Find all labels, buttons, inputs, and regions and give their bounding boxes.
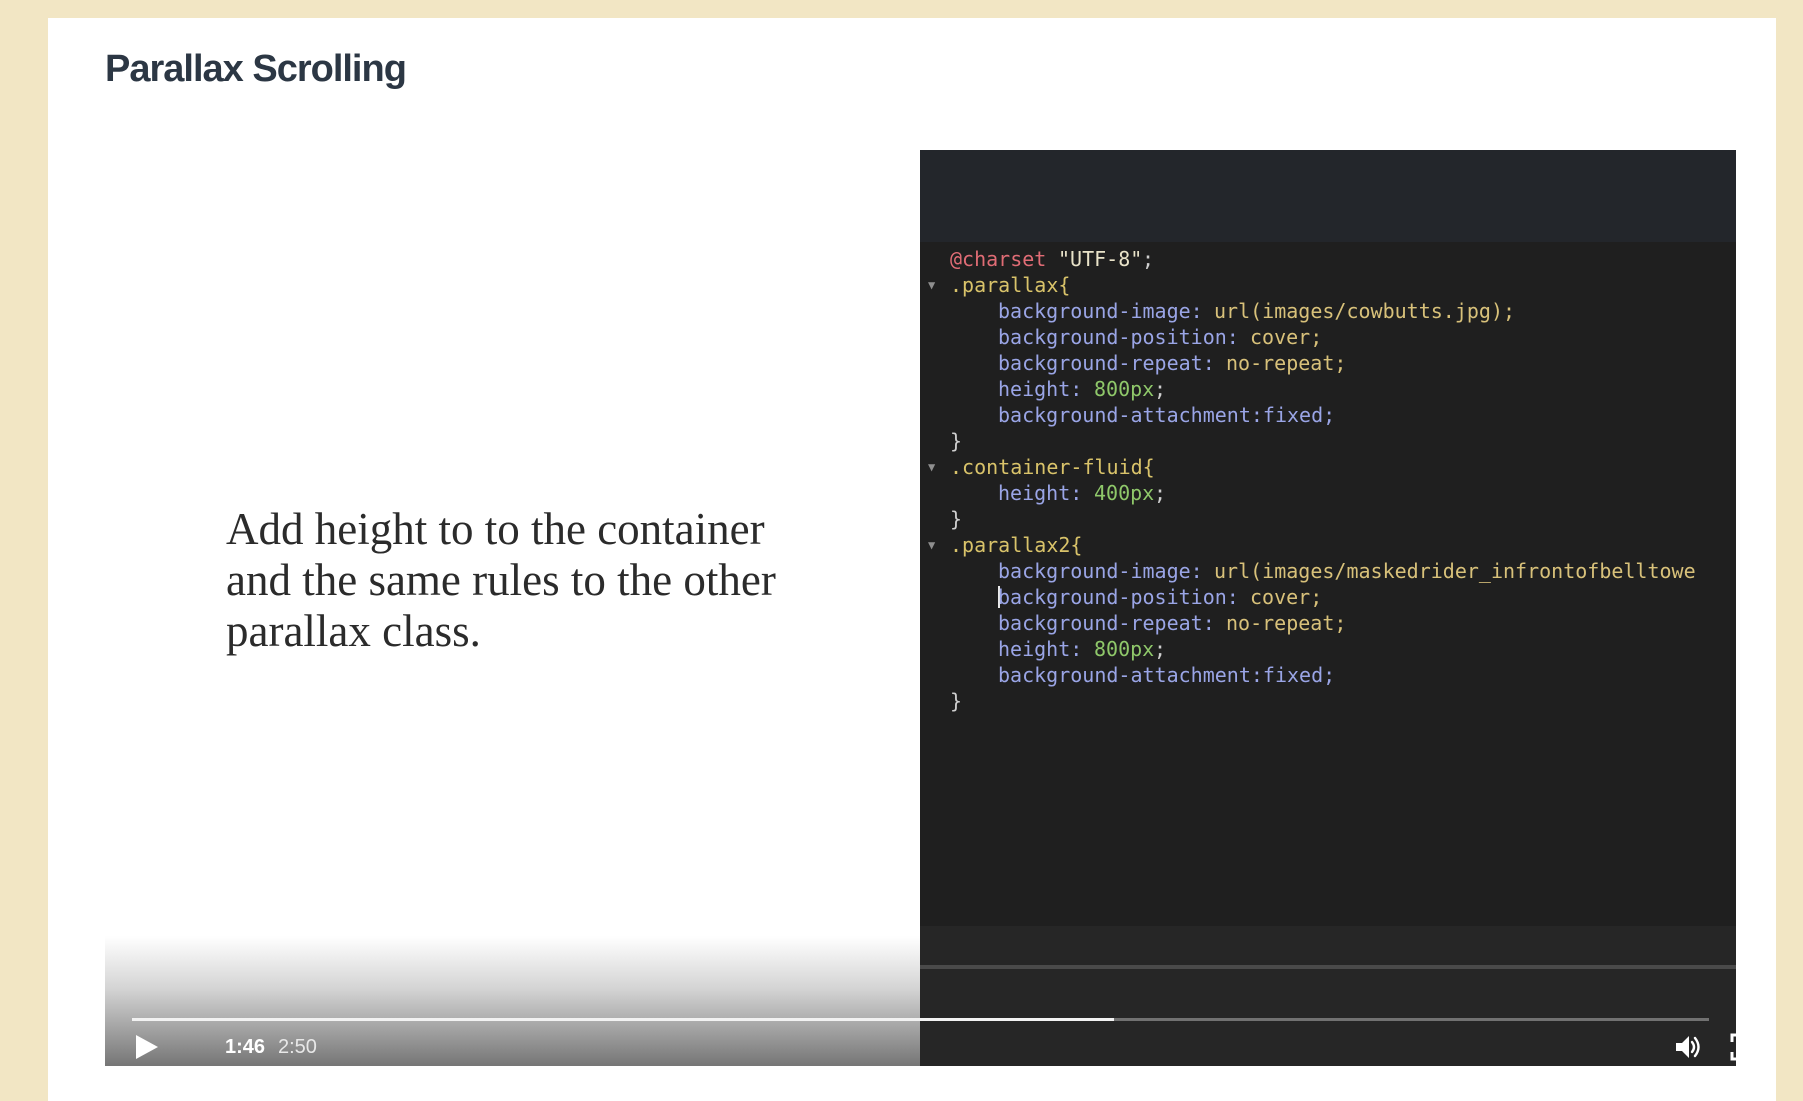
- code-line: background-position: cover;: [920, 324, 1736, 350]
- code-footer: [920, 926, 1736, 1066]
- progress-bar[interactable]: [132, 1018, 1709, 1021]
- code-token: cover;: [1250, 325, 1323, 349]
- code-line: height: 800px;: [920, 636, 1736, 662]
- code-token: .parallax2{: [950, 533, 1083, 557]
- progress-fill: [132, 1018, 1114, 1021]
- code-token: }: [950, 689, 963, 713]
- fullscreen-button[interactable]: [1729, 1032, 1736, 1062]
- code-token: background-image:: [998, 299, 1203, 323]
- code-line: ▼ .parallax2{: [920, 532, 1736, 558]
- code-line: background-image: url(images/cowbutts.jpg…: [920, 298, 1736, 324]
- code-line: background-attachment:fixed;: [920, 662, 1736, 688]
- code-line: background-position: cover;: [920, 584, 1736, 610]
- code-token: no-repeat;: [1226, 611, 1347, 635]
- code-token: 800px: [1094, 637, 1155, 661]
- code-line: background-repeat: no-repeat;: [920, 610, 1736, 636]
- code-token: background-image:: [998, 559, 1203, 583]
- code-line: ▼ .container-fluid{: [920, 454, 1736, 480]
- code-line: background-image: url(images/maskedrider_…: [920, 558, 1736, 584]
- volume-icon: [1676, 1036, 1700, 1058]
- code-toolbar: [920, 150, 1736, 242]
- code-line: background-attachment:fixed;: [920, 402, 1736, 428]
- code-token: background-repeat:: [998, 351, 1215, 375]
- page-title: Parallax Scrolling: [105, 48, 407, 90]
- volume-button[interactable]: [1673, 1032, 1703, 1062]
- code-token: background-position:: [998, 585, 1239, 609]
- code-token: ;: [1154, 377, 1167, 401]
- code-token: background-attachment:fixed;: [998, 663, 1336, 687]
- fullscreen-icon: [1730, 1033, 1736, 1061]
- code-token: @charset: [950, 247, 1047, 271]
- code-line: height: 800px;: [920, 376, 1736, 402]
- code-token: url(images/maskedrider_infrontofbelltowe: [1214, 559, 1696, 583]
- video-player[interactable]: Add height to to the container and the s…: [105, 150, 1736, 1066]
- code-token: ;: [1142, 247, 1155, 271]
- code-line: }: [920, 688, 1736, 714]
- code-token: url(images/cowbutts.jpg);: [1214, 299, 1516, 323]
- code-panel: @charset "UTF-8"; ▼ .parallax{background-im…: [920, 150, 1736, 1066]
- content-card: Parallax Scrolling Add height to to the …: [48, 18, 1776, 1101]
- code-token: .parallax{: [950, 273, 1071, 297]
- code-token: ;: [1154, 637, 1167, 661]
- code-token: "UTF-8": [1058, 247, 1143, 271]
- play-icon: [136, 1035, 158, 1059]
- code-token: background-attachment:fixed;: [998, 403, 1336, 427]
- code-token: .container-fluid{: [950, 455, 1155, 479]
- code-token: height:: [998, 377, 1083, 401]
- code-editor: @charset "UTF-8"; ▼ .parallax{background-im…: [920, 246, 1736, 926]
- duration: 2:50: [278, 1036, 317, 1058]
- slide-text: Add height to to the container and the s…: [226, 504, 776, 656]
- code-line: background-repeat: no-repeat;: [920, 350, 1736, 376]
- code-line: }: [920, 428, 1736, 454]
- code-token: background-position:: [998, 325, 1239, 349]
- play-button[interactable]: [131, 1032, 161, 1062]
- code-token: height:: [998, 481, 1083, 505]
- collapse-arrow-icon[interactable]: ▼: [928, 272, 942, 298]
- code-footer-divider: [920, 965, 1736, 969]
- code-token: }: [950, 507, 963, 531]
- code-token: height:: [998, 637, 1083, 661]
- code-token: 400px: [1094, 481, 1155, 505]
- collapse-arrow-icon[interactable]: ▼: [928, 454, 942, 480]
- code-token: background-repeat:: [998, 611, 1215, 635]
- current-time: 1:46: [225, 1036, 266, 1058]
- code-token: no-repeat;: [1226, 351, 1347, 375]
- code-token: cover;: [1250, 585, 1323, 609]
- code-token: }: [950, 429, 963, 453]
- code-line: height: 400px;: [920, 480, 1736, 506]
- code-line: ▼ .parallax{: [920, 272, 1736, 298]
- code-token: 800px: [1094, 377, 1155, 401]
- code-line: }: [920, 506, 1736, 532]
- code-line: @charset "UTF-8";: [920, 246, 1736, 272]
- collapse-arrow-icon[interactable]: ▼: [928, 532, 942, 558]
- code-token: ;: [1154, 481, 1167, 505]
